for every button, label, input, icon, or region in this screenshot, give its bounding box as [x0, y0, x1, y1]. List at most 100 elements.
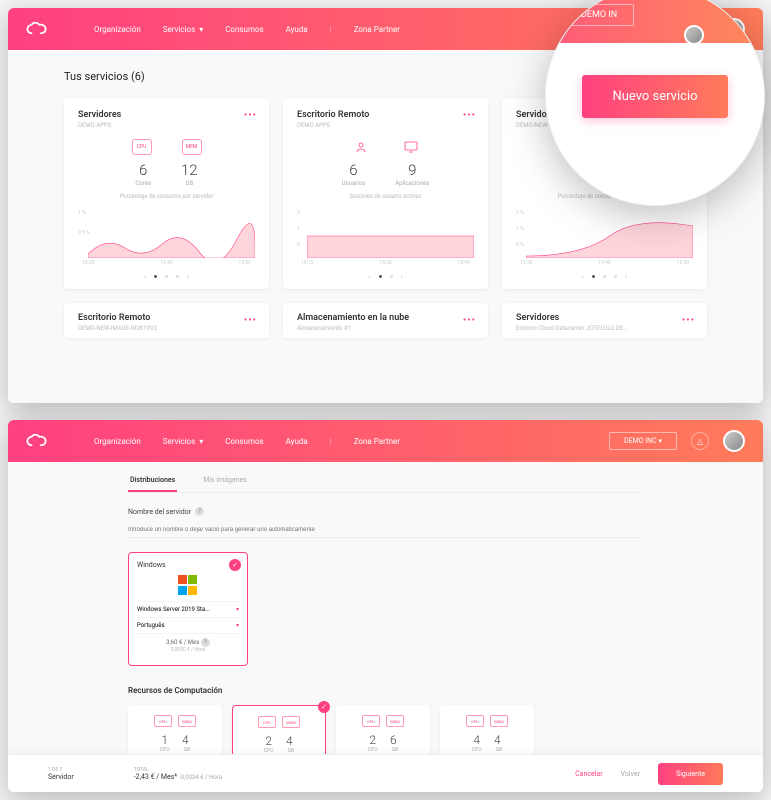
service-card-escritorio-remoto-2[interactable]: Escritorio Remoto DEMO-NEW-IMAGE-W2K19V2… — [64, 303, 269, 338]
os-language-select[interactable]: Português▾ — [137, 617, 239, 633]
nav-separator: | — [330, 25, 332, 34]
pager-prev[interactable]: ‹ — [368, 272, 370, 281]
memory-icon: MEM — [178, 715, 196, 727]
card-menu-button[interactable]: ••• — [463, 315, 476, 326]
step-title: Servidor — [48, 773, 74, 781]
nav-ayuda[interactable]: Ayuda — [286, 437, 308, 446]
new-service-button[interactable]: Nuevo servicio — [582, 75, 727, 118]
pager-next[interactable]: › — [401, 272, 403, 281]
user-avatar[interactable] — [684, 25, 704, 45]
service-card-servidores-3[interactable]: Servidores Entorno Cloud Datacenter JOTE… — [502, 303, 707, 338]
nav-servicios[interactable]: Servicios▾ — [163, 437, 203, 446]
card-subtitle: DEMO APPS — [78, 122, 255, 129]
user-avatar[interactable] — [723, 430, 745, 452]
notifications-button[interactable]: △ — [691, 432, 709, 450]
account-switcher[interactable]: DEMO INC ▾ — [609, 432, 677, 450]
nav-zona-partner[interactable]: Zona Partner — [354, 25, 400, 34]
card-title: Almacenamiento en la nube — [297, 313, 474, 323]
usage-sparkline: 2 % 1 % 0 % — [516, 208, 693, 258]
cpu-icon: CPU — [258, 716, 276, 728]
nav-organizacion[interactable]: Organización — [94, 25, 141, 34]
cpu-icon: CPU — [362, 715, 380, 727]
nav-ayuda[interactable]: Ayuda — [286, 25, 308, 34]
image-tabs: Distribuciones Mis imágenes — [128, 476, 643, 493]
page-title: Tus servicios (6) — [64, 70, 145, 83]
pager-prev[interactable]: ‹ — [144, 272, 146, 281]
os-version-select[interactable]: Windows Server 2019 Sta...▾ — [137, 601, 239, 617]
card-menu-button[interactable]: ••• — [682, 315, 695, 326]
card-menu-button[interactable]: ••• — [463, 110, 476, 121]
bell-icon: △ — [697, 437, 703, 446]
stat-value: 9 — [395, 161, 429, 179]
os-price: 3,60 € / Mes ? — [166, 638, 210, 647]
memory-icon: MEM — [182, 139, 202, 155]
create-server-wizard-panel: Organización Servicios▾ Consumos Ayuda |… — [8, 420, 763, 792]
os-price-hourly: 0,0050 € / Hora — [171, 647, 205, 653]
chevron-down-icon: ▾ — [236, 606, 239, 613]
cancel-button[interactable]: Cancelar — [575, 770, 603, 778]
service-card-servidores[interactable]: Servidores DEMO APPS ••• CPU MEM 6Cores … — [64, 98, 269, 289]
nav-zona-partner[interactable]: Zona Partner — [354, 437, 400, 446]
memory-icon: MEM — [386, 715, 404, 727]
user-icon — [351, 139, 371, 155]
os-option-windows[interactable]: ✓ Windows Windows Server 2019 Sta...▾ Po… — [128, 552, 248, 666]
card-subtitle: DEMO APPS — [297, 122, 474, 129]
card-pager: ‹ › — [78, 272, 255, 281]
check-icon: ✓ — [229, 559, 241, 571]
brand-logo — [26, 20, 54, 38]
monitor-icon — [401, 139, 421, 155]
usage-sparkline: 1 % 0.5 % — [78, 208, 255, 258]
memory-icon: MEM — [282, 716, 300, 728]
wizard-footer: 1 DE 7 Servidor TOTAL -2,43 € / Mes* -0,… — [8, 754, 763, 792]
usage-sparkline: 2 1 0 — [297, 208, 474, 258]
card-title: Escritorio Remoto — [297, 110, 474, 120]
card-title: Servidores — [78, 110, 255, 120]
help-icon[interactable]: ? — [201, 638, 210, 647]
nav-organizacion[interactable]: Organización — [94, 437, 141, 446]
chevron-down-icon: ▾ — [199, 25, 203, 34]
main-nav: Organización Servicios▾ Consumos Ayuda |… — [94, 437, 400, 446]
os-name: Windows — [137, 561, 239, 569]
service-card-almacenamiento[interactable]: Almacenamiento en la nube Almacenamiento… — [283, 303, 488, 338]
server-name-input[interactable] — [128, 523, 643, 538]
card-subtitle: Almacenamiento #1 — [297, 325, 474, 332]
card-footer-text: Porcentaje de consumo por servidor — [78, 193, 255, 200]
tab-distribuciones[interactable]: Distribuciones — [128, 476, 177, 492]
nav-servicios[interactable]: Servicios▾ — [163, 25, 203, 34]
back-button[interactable]: Volver — [621, 770, 640, 778]
help-icon[interactable]: ? — [195, 507, 204, 516]
cpu-icon: CPU — [132, 139, 152, 155]
chevron-down-icon: ▾ — [658, 437, 662, 445]
card-subtitle: DEMO-NEW-IMAGE-W2K19V2 — [78, 325, 255, 332]
pager-prev[interactable]: ‹ — [582, 272, 584, 281]
nav-consumos[interactable]: Consumos — [225, 25, 263, 34]
card-menu-button[interactable]: ••• — [244, 110, 257, 121]
nav-consumos[interactable]: Consumos — [225, 437, 263, 446]
chevron-down-icon: ▾ — [199, 437, 203, 446]
memory-icon: MEM — [490, 715, 508, 727]
stat-value: 6 — [342, 161, 366, 179]
card-footer-text: Sesiones de usuario activas — [297, 193, 474, 200]
stat-value: 12 — [181, 161, 198, 179]
stat-label: Usuarios — [342, 180, 366, 187]
cpu-icon: CPU — [466, 715, 484, 727]
next-button[interactable]: Siguiente — [658, 763, 723, 785]
service-card-escritorio-remoto[interactable]: Escritorio Remoto DEMO APPS ••• 6Usuario… — [283, 98, 488, 289]
pager-next[interactable]: › — [187, 272, 189, 281]
windows-icon — [178, 575, 198, 595]
stat-label: Aplicaciones — [395, 180, 429, 187]
tab-mis-imagenes[interactable]: Mis imágenes — [201, 476, 249, 492]
stat-label: GB — [181, 180, 198, 187]
cpu-icon: CPU — [154, 715, 172, 727]
card-title: Servidores — [516, 313, 693, 323]
card-subtitle: Entorno Cloud Datacenter JOTELULU DE... — [516, 325, 693, 332]
card-title: Escritorio Remoto — [78, 313, 255, 323]
stat-value: 6 — [135, 161, 151, 179]
card-menu-button[interactable]: ••• — [244, 315, 257, 326]
app-header: Organización Servicios▾ Consumos Ayuda |… — [8, 420, 763, 462]
pager-next[interactable]: › — [625, 272, 627, 281]
stat-label: Cores — [135, 180, 151, 187]
resources-section-title: Recursos de Computación — [128, 686, 643, 695]
brand-logo — [26, 432, 54, 450]
account-switcher-zoom[interactable]: DEMO IN — [564, 4, 634, 26]
